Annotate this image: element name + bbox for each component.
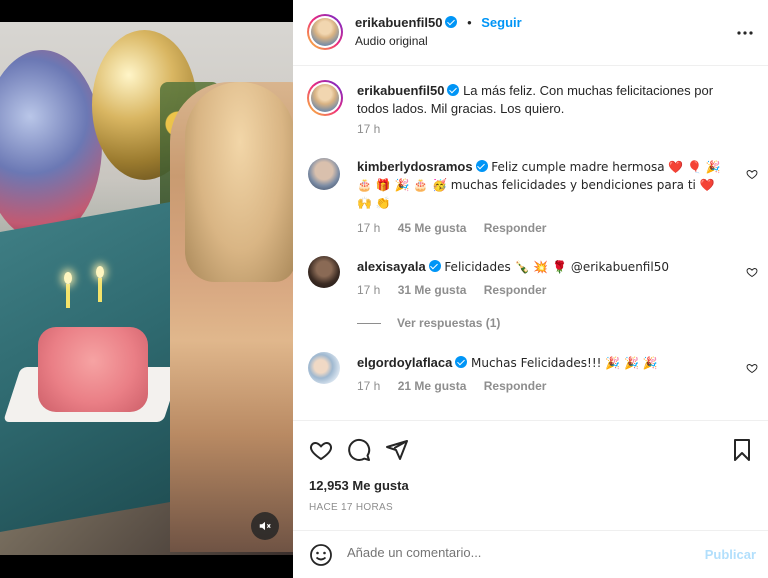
comment-bubble-icon[interactable]: [347, 438, 371, 462]
speaker-muted-icon: [259, 521, 271, 531]
separator-dot: •: [467, 15, 472, 30]
post-media[interactable]: [0, 0, 293, 578]
comment-time: 17 h: [357, 221, 381, 235]
save-bookmark-icon[interactable]: [730, 438, 754, 462]
comments-list[interactable]: erikabuenfil50 La más feliz. Con muchas …: [293, 66, 768, 420]
like-comment-heart-icon[interactable]: [746, 168, 758, 180]
post-actions: 12,953 Me gusta HACE 17 HORAS: [293, 420, 768, 524]
like-comment-heart-icon[interactable]: [746, 362, 758, 374]
commenter-username[interactable]: elgordoylaflaca: [357, 355, 452, 370]
like-comment-heart-icon[interactable]: [746, 266, 758, 278]
comment-likes[interactable]: 31 Me gusta: [398, 283, 467, 297]
audio-label[interactable]: Audio original: [355, 34, 428, 48]
comment-item: kimberlydosramos Feliz cumple madre herm…: [293, 154, 768, 244]
video-frame[interactable]: [0, 22, 293, 555]
author-username[interactable]: erikabuenfil50: [355, 15, 442, 30]
comment-input[interactable]: [347, 545, 667, 560]
likes-count[interactable]: 12,953 Me gusta: [309, 478, 409, 493]
comment-text: Feliz cumple madre hermosa ❤️ 🎈 🎉: [491, 160, 721, 174]
more-options-button[interactable]: [736, 24, 754, 42]
author-avatar[interactable]: [307, 80, 343, 116]
comment-item: alexisayala Felicidades 🍾 💥 🌹 @erikabuen…: [293, 254, 768, 334]
verified-badge-icon: [475, 160, 488, 172]
post-side-panel: erikabuenfil50 • Seguir Audio original e…: [293, 0, 768, 578]
post-header: erikabuenfil50 • Seguir Audio original: [293, 0, 768, 66]
add-comment-bar: Publicar: [293, 530, 768, 578]
verified-badge-icon: [455, 356, 468, 368]
author-avatar[interactable]: [307, 14, 343, 50]
comment-text: Muchas Felicidades!!! 🎉 🎉 🎉: [471, 356, 658, 370]
comment-time: 17 h: [357, 283, 381, 297]
comment-text: 🎂 🎁 🎉 🎂 🥳 muchas felicidades y bendicion…: [357, 178, 715, 192]
commenter-username[interactable]: kimberlydosramos: [357, 159, 473, 174]
comment-time: 17 h: [357, 379, 381, 393]
commenter-avatar[interactable]: [308, 256, 340, 288]
reply-button[interactable]: Responder: [484, 283, 547, 297]
commenter-username[interactable]: alexisayala: [357, 259, 426, 274]
caption-item: erikabuenfil50 La más feliz. Con muchas …: [293, 76, 768, 156]
share-paper-plane-icon[interactable]: [385, 438, 409, 462]
comment-text: Felicidades 🍾 💥 🌹 @erikabuenfil50: [444, 260, 669, 274]
post-time[interactable]: HACE 17 HORAS: [309, 502, 393, 513]
commenter-avatar[interactable]: [308, 158, 340, 190]
comment-likes[interactable]: 45 Me gusta: [398, 221, 467, 235]
like-heart-icon[interactable]: [309, 438, 333, 462]
cake-image: [38, 327, 148, 412]
commenter-avatar[interactable]: [308, 352, 340, 384]
verified-badge-icon: [447, 84, 460, 96]
comment-item: elgordoylaflaca Muchas Felicidades!!! 🎉 …: [293, 350, 768, 410]
instagram-post-view: erikabuenfil50 • Seguir Audio original e…: [0, 0, 768, 578]
publish-button[interactable]: Publicar: [705, 547, 756, 562]
reply-button[interactable]: Responder: [484, 221, 547, 235]
caption-username[interactable]: erikabuenfil50: [357, 83, 444, 98]
emoji-smiley-icon[interactable]: [309, 543, 333, 567]
caption-time: 17 h: [357, 122, 381, 136]
mute-button[interactable]: [251, 512, 279, 540]
comment-text: 🙌 👏: [357, 196, 391, 210]
view-replies-button[interactable]: Ver respuestas (1): [357, 316, 500, 330]
comment-likes[interactable]: 21 Me gusta: [398, 379, 467, 393]
verified-badge-icon: [445, 16, 458, 28]
verified-badge-icon: [428, 260, 441, 272]
follow-button[interactable]: Seguir: [481, 15, 521, 30]
reply-button[interactable]: Responder: [484, 379, 547, 393]
more-horizontal-icon: [737, 31, 753, 35]
